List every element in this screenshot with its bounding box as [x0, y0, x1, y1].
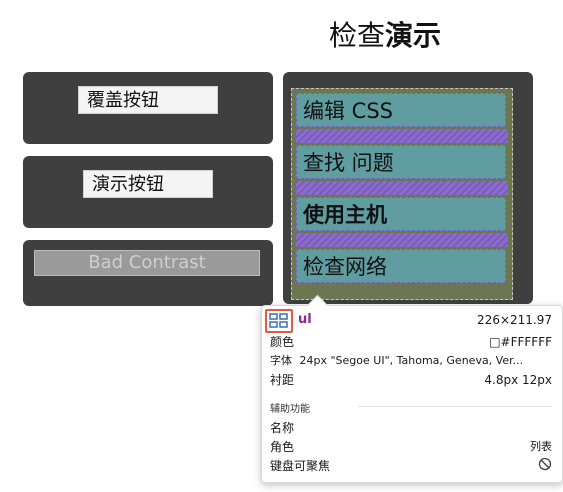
not-allowed-icon — [538, 457, 552, 476]
color-row: 颜色 □#FFFFFF — [270, 335, 552, 349]
bad-contrast-button[interactable]: Bad Contrast — [34, 250, 260, 276]
element-tag: ul — [298, 312, 312, 327]
bad-contrast-card: Bad Contrast — [23, 240, 273, 306]
role-row: 角色 列表 — [270, 440, 552, 454]
inspect-tooltip: ul 226×211.97 颜色 □#FFFFFF 字体 24px "Segoe… — [261, 294, 563, 483]
padding-row: 衬距 4.8px 12px — [270, 373, 552, 387]
element-size: 226×211.97 — [477, 313, 552, 327]
list-item[interactable]: 检查网络 — [296, 249, 506, 283]
font-row: 字体 24px "Segoe UI", Tahoma, Geneva, Ver.… — [270, 354, 524, 367]
list-item[interactable]: 编辑 CSS — [296, 93, 506, 127]
name-row: 名称 — [270, 421, 295, 435]
demo-button[interactable]: 演示按钮 — [83, 170, 213, 198]
flex-layout-icon[interactable] — [265, 309, 293, 333]
list-gap — [296, 129, 508, 143]
title-light: 检查 — [328, 19, 385, 52]
inspected-list: 编辑 CSS 查找 问题 使用主机 检查网络 — [291, 88, 513, 300]
accessibility-heading: 辅助功能 — [270, 404, 310, 415]
list-item[interactable]: 使用主机 — [296, 197, 506, 231]
list-gap — [296, 181, 508, 195]
list-item[interactable]: 查找 问题 — [296, 145, 506, 179]
focusable-row: 键盘可聚焦 — [270, 457, 552, 475]
section-divider — [358, 406, 552, 407]
list-gap — [296, 233, 508, 247]
page-title: 检查演示 — [0, 14, 563, 54]
title-bold: 演示 — [385, 19, 442, 52]
override-card: 覆盖按钮 — [23, 72, 273, 144]
demo-card: 演示按钮 — [23, 156, 273, 228]
demo-panel: 编辑 CSS 查找 问题 使用主机 检查网络 — [283, 72, 533, 304]
override-button[interactable]: 覆盖按钮 — [78, 86, 218, 114]
